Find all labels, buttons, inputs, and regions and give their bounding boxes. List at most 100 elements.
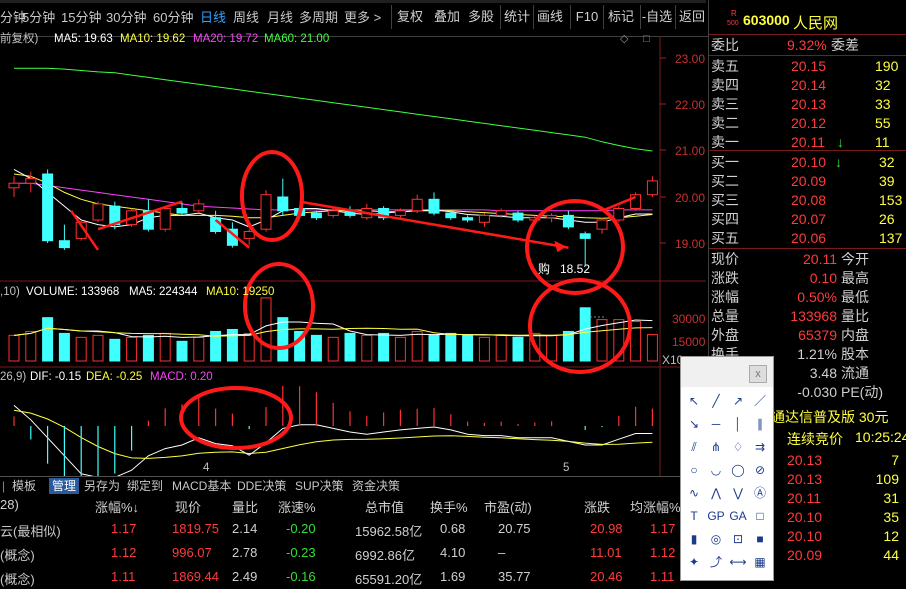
tab-monthly[interactable]: 月线 <box>267 8 293 28</box>
candle-body <box>260 194 272 230</box>
draw-line-button[interactable]: 画线 <box>533 5 567 29</box>
bar-icon[interactable]: ▮ <box>685 531 703 547</box>
col-header-change-pct[interactable]: 涨幅%↓ <box>95 497 139 516</box>
candle-body <box>546 214 558 219</box>
parallel-icon[interactable]: ∥ <box>751 416 769 432</box>
col-header-turnover[interactable]: 换手% <box>430 497 468 516</box>
volume-tick-label: 30000 <box>672 312 706 326</box>
stats-button[interactable]: 统计 <box>500 5 534 29</box>
square-icon[interactable]: ■ <box>751 531 769 547</box>
f10-button[interactable]: F10 <box>570 5 604 29</box>
tab-save-as[interactable]: 另存为 <box>84 478 120 494</box>
tab-daily[interactable]: 日线 <box>200 8 226 28</box>
tab-30min[interactable]: 30分钟 <box>106 8 146 28</box>
stat-value: 0.10 <box>809 270 837 286</box>
col-header-avg-change[interactable]: 均涨幅% <box>630 497 681 516</box>
back-button[interactable]: 返回 <box>675 5 709 29</box>
kline-chart[interactable]: 前复权) MA5: 19.63 MA10: 19.62 MA20: 19.72 … <box>0 33 706 476</box>
cycle-icon[interactable]: ◎ <box>707 531 725 547</box>
bid-volume: 39 <box>879 173 895 189</box>
zigzag-icon[interactable]: ⋀ <box>707 485 725 501</box>
col-header-volume-ratio[interactable]: 量比 <box>232 497 258 516</box>
volume-bar <box>378 332 390 362</box>
tab-5min[interactable]: 5分钟 <box>22 8 55 28</box>
hline-icon[interactable]: ─ <box>707 416 725 432</box>
mark-icon[interactable]: ✦ <box>685 554 703 570</box>
tab-macd-basic[interactable]: MACD基本 <box>172 478 231 494</box>
volume-bar <box>25 330 37 362</box>
ga-icon[interactable]: GA <box>729 508 747 524</box>
arc-icon[interactable]: ◡ <box>707 462 725 478</box>
drawing-toolbox[interactable]: x ↖ ╱ ↗ ／ ↘ ─ │ ∥ ⫽ ⋔ ♢ ⇉ ○ ◡ ◯ ⊘ ∿ ⋀ ⋁ Ⓐ T GP GA □ ▮ ◎ ⊡ ■ ✦ ⤴ ⟷ ▦ <box>680 356 774 581</box>
tab-60min[interactable]: 60分钟 <box>153 8 193 28</box>
ellipse-icon[interactable]: ◯ <box>729 462 747 478</box>
tab-template[interactable]: 模板 <box>12 478 36 494</box>
volume-label: VOLUME: 133968 <box>26 286 120 298</box>
overlay-button[interactable]: 叠加 <box>430 5 464 29</box>
close-icon[interactable]: x <box>749 365 767 383</box>
elliott-icon[interactable]: ⋁ <box>729 485 747 501</box>
mark-button[interactable]: 标记 <box>604 5 638 29</box>
cursor-icon[interactable]: ↖ <box>685 393 703 409</box>
tab-manage[interactable]: 管理 <box>49 478 80 494</box>
forbid-icon[interactable]: ⊘ <box>751 462 769 478</box>
table-row[interactable]: (概念) 1.11 1869.44 2.49 -0.16 65591.20亿 1.69 35.… <box>0 569 685 589</box>
col-header-speed[interactable]: 涨速% <box>278 497 316 516</box>
range-icon[interactable]: ⟷ <box>729 554 747 570</box>
vline-icon[interactable]: │ <box>729 416 747 432</box>
multi-stock-button[interactable]: 多股 <box>464 5 498 29</box>
arrow-icon[interactable]: ↘ <box>685 416 703 432</box>
grid-icon[interactable]: ▦ <box>751 554 769 570</box>
text-icon[interactable]: T <box>685 508 703 524</box>
gp-icon[interactable]: GP <box>707 508 725 524</box>
tab-bind-to[interactable]: 绑定到 <box>127 478 163 494</box>
tick-volume: 31 <box>883 490 899 506</box>
tab-divider: | <box>2 479 6 493</box>
promo-banner[interactable]: 通达信普及版 30元 <box>771 407 888 427</box>
r-badge-sub: 500 <box>727 20 739 27</box>
abc-icon[interactable]: Ⓐ <box>751 485 769 501</box>
tick-price: 20.13 <box>787 471 823 487</box>
ray-icon[interactable]: ↗ <box>729 393 747 409</box>
wave-icon[interactable]: ∿ <box>685 485 703 501</box>
tab-sup[interactable]: SUP决策 <box>295 478 344 494</box>
tab-fund[interactable]: 资金决策 <box>352 478 400 494</box>
fan-icon[interactable]: ⋔ <box>707 439 725 455</box>
adjust-button[interactable]: 复权 <box>393 5 427 29</box>
price-tick-label: 22.00 <box>675 98 706 112</box>
table-cell: 4.10 <box>440 545 466 560</box>
webi-value: 9.32% <box>787 37 827 53</box>
col-header-count[interactable]: 28) <box>0 497 19 512</box>
box-icon[interactable]: □ <box>751 508 769 524</box>
trend-icon[interactable]: ⤴ <box>707 554 725 570</box>
gann-icon[interactable]: ♢ <box>729 439 747 455</box>
volume-tick-label: 15000 <box>672 335 706 349</box>
col-header-price[interactable]: 现价 <box>175 497 201 516</box>
candle-body <box>630 194 642 209</box>
fib-icon[interactable]: ⫽ <box>685 439 703 455</box>
close-icon[interactable]: □ <box>643 32 650 46</box>
collapse-icon[interactable]: ◇ <box>620 32 628 46</box>
table-row[interactable]: (概念) 1.12 996.07 2.78 -0.23 6992.86亿 4.10 – 11.0… <box>0 545 685 565</box>
watchlist-button[interactable]: -自选 <box>640 5 674 29</box>
line-icon[interactable]: ╱ <box>707 393 725 409</box>
low-prefix: 购 <box>538 262 551 276</box>
tab-multi-period[interactable]: 多周期 <box>299 8 338 28</box>
col-header-market-cap[interactable]: 总市值 <box>365 497 404 516</box>
tab-weekly[interactable]: 周线 <box>233 8 259 28</box>
tab-more[interactable]: 更多 > <box>344 8 381 28</box>
ask-volume: 55 <box>875 115 891 131</box>
table-row[interactable]: 云(最相似) 1.17 1819.75 2.14 -0.20 15962.58亿 0.68 2… <box>0 521 685 541</box>
circle-icon[interactable]: ○ <box>685 462 703 478</box>
volume-bar <box>310 334 322 362</box>
stat-label: 最低 <box>841 289 869 305</box>
segment-icon[interactable]: ／ <box>751 393 769 409</box>
tick-price: 20.09 <box>787 547 823 563</box>
period-icon[interactable]: ⊡ <box>729 531 747 547</box>
tab-dde[interactable]: DDE决策 <box>237 478 286 494</box>
month-label: 5 <box>563 462 570 474</box>
col-header-pe[interactable]: 市盈(动) <box>484 497 532 516</box>
channel-icon[interactable]: ⇉ <box>751 439 769 455</box>
tab-15min[interactable]: 15分钟 <box>61 8 101 28</box>
col-header-change[interactable]: 涨跌 <box>584 497 610 516</box>
